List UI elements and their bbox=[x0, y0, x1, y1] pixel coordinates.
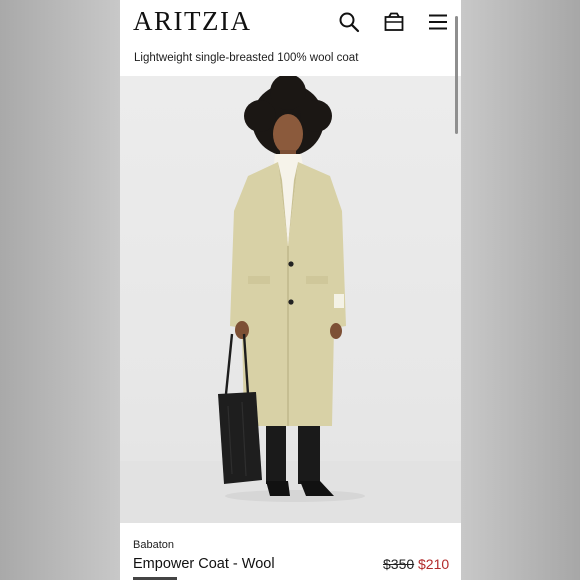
product-image[interactable] bbox=[120, 76, 461, 523]
product-page: ARITZIA Lightweight single-breasted 100%… bbox=[120, 0, 461, 580]
product-brand[interactable]: Babaton bbox=[133, 539, 174, 551]
bag-icon[interactable] bbox=[383, 11, 405, 33]
sale-price: $210 bbox=[418, 556, 450, 572]
blurred-background-right bbox=[461, 0, 580, 580]
scrollbar[interactable] bbox=[455, 16, 458, 134]
aritzia-logo[interactable]: ARITZIA bbox=[133, 6, 251, 37]
product-name[interactable]: Empower Coat - Wool bbox=[133, 556, 275, 572]
product-subtitle: Lightweight single-breasted 100% wool co… bbox=[134, 52, 359, 64]
product-name-continued bbox=[133, 575, 193, 580]
search-icon[interactable] bbox=[338, 11, 360, 33]
menu-icon[interactable] bbox=[427, 11, 449, 33]
blurred-background-left bbox=[0, 0, 120, 580]
original-price: $350 bbox=[383, 556, 415, 572]
site-header: ARITZIA bbox=[120, 0, 461, 44]
clipped-text-line bbox=[134, 40, 354, 46]
